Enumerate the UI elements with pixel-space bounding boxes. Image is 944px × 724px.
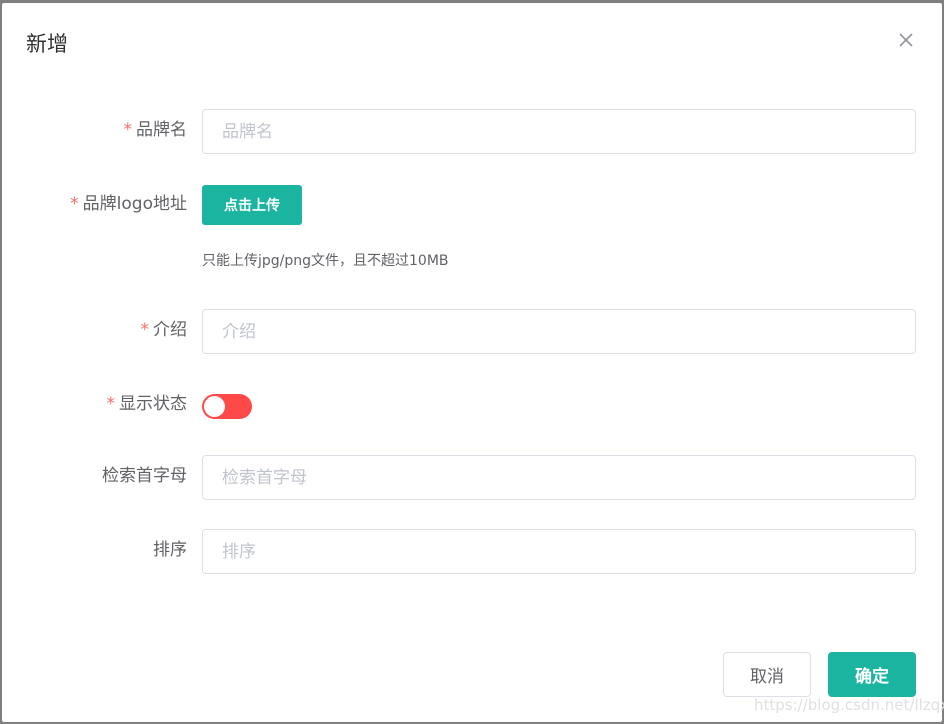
description-label: * 介绍 xyxy=(141,319,188,341)
cancel-button[interactable]: 取消 xyxy=(723,652,811,697)
brand-name-input[interactable] xyxy=(202,109,916,154)
required-mark: * xyxy=(123,120,133,140)
switch-knob xyxy=(204,396,225,417)
description-label-text: 介绍 xyxy=(153,320,187,340)
dialog-title: 新增 xyxy=(26,32,68,56)
first-letter-input[interactable] xyxy=(202,455,916,500)
brand-name-label: * 品牌名 xyxy=(124,119,188,141)
upload-tip: 只能上传jpg/png文件，且不超过10MB xyxy=(202,253,449,269)
brand-name-label-text: 品牌名 xyxy=(136,120,187,140)
show-status-switch[interactable] xyxy=(202,394,252,419)
required-mark: * xyxy=(106,394,116,414)
first-letter-label: 检索首字母 xyxy=(102,465,187,487)
required-mark: * xyxy=(70,194,79,214)
show-status-label-text: 显示状态 xyxy=(119,394,187,414)
add-brand-dialog: 新增 *品牌名 *品牌logo地址 点击上传 只能上传jpg/png文件，且不超… xyxy=(2,3,944,722)
upload-button[interactable]: 点击上传 xyxy=(202,185,302,225)
show-status-label: * 显示状态 xyxy=(107,393,188,415)
close-button[interactable] xyxy=(895,29,917,51)
confirm-button[interactable]: 确定 xyxy=(828,652,916,697)
close-icon xyxy=(899,33,913,47)
brand-logo-label-text: 品牌logo地址 xyxy=(82,194,187,214)
watermark: https://blog.csdn.net/llzqxl xyxy=(754,696,944,714)
sort-label: 排序 xyxy=(153,539,187,561)
description-input[interactable] xyxy=(202,309,916,354)
brand-logo-label: * 品牌logo地址 xyxy=(70,193,187,215)
required-mark: * xyxy=(140,320,150,340)
sort-input[interactable] xyxy=(202,529,916,574)
first-letter-label-text: 检索首字母 xyxy=(102,466,187,486)
sort-label-text: 排序 xyxy=(153,540,187,560)
